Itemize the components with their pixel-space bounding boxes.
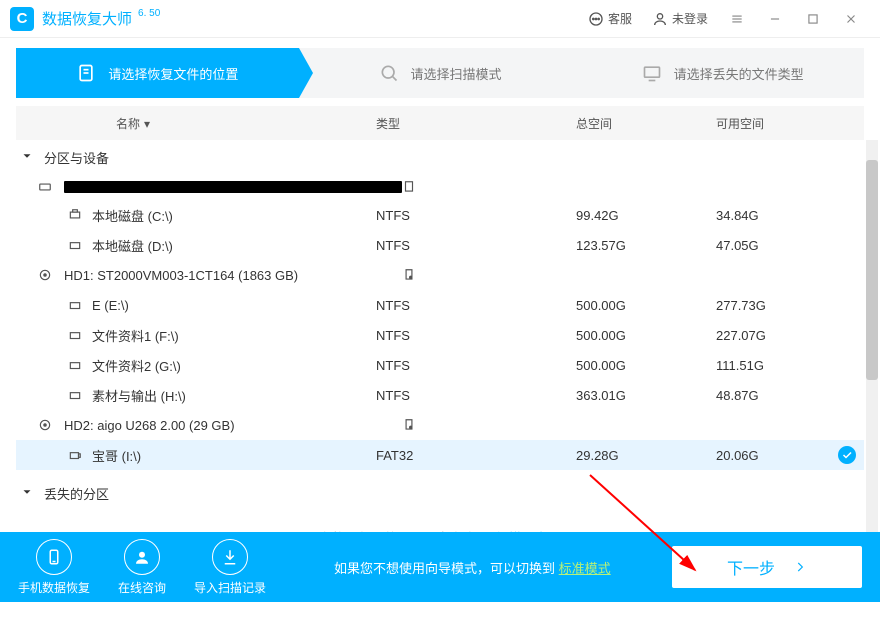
col-type[interactable]: 类型 xyxy=(376,115,576,132)
import-scan-button[interactable]: 导入扫描记录 xyxy=(194,539,266,596)
maximize-icon xyxy=(806,12,820,26)
footer: 手机数据恢复 在线咨询 导入扫描记录 如果您不想使用向导模式，可以切换到 标准模… xyxy=(0,532,880,602)
login-button[interactable]: 未登录 xyxy=(642,0,718,38)
footer-message: 如果您不想使用向导模式，可以切换到 标准模式 xyxy=(334,558,611,577)
phone-icon xyxy=(36,539,72,575)
step-type-label: 请选择丢失的文件类型 xyxy=(674,64,804,83)
table-header: 名称▾ 类型 总空间 可用空间 xyxy=(16,106,864,140)
section-lost-label: 丢失的分区 xyxy=(44,484,109,503)
chevron-right-icon xyxy=(793,560,807,574)
monitor-icon xyxy=(642,63,662,83)
scrollbar[interactable] xyxy=(866,140,878,532)
col-free[interactable]: 可用空间 xyxy=(716,115,836,132)
import-icon xyxy=(212,539,248,575)
lost-partition-hint: 没有找到想要的分区，点击这里 扫描丢失分区 xyxy=(16,510,864,532)
search-icon xyxy=(379,63,399,83)
part-i[interactable]: 宝哥 (I:\) FAT32 29.28G 20.06G xyxy=(16,440,864,470)
part-g[interactable]: 文件资料2 (G:\) NTFS 500.00G 111.51G xyxy=(16,350,864,380)
chevron-down-icon xyxy=(20,149,34,166)
title-bar: C 数据恢复大师 6. 50 客服 未登录 xyxy=(0,0,880,38)
scrollbar-thumb[interactable] xyxy=(866,160,878,380)
disk-type-icon xyxy=(402,180,416,194)
online-consult-button[interactable]: 在线咨询 xyxy=(118,539,166,596)
app-logo: C xyxy=(10,7,34,31)
user-icon xyxy=(652,11,668,27)
chat-icon xyxy=(588,11,604,27)
standard-mode-link[interactable]: 标准模式 xyxy=(559,561,611,576)
step-file-type[interactable]: 请选择丢失的文件类型 xyxy=(581,48,864,98)
minimize-icon xyxy=(768,12,782,26)
section-lost[interactable]: 丢失的分区 xyxy=(16,476,864,510)
maximize-button[interactable] xyxy=(794,0,832,38)
menu-button[interactable] xyxy=(718,0,756,38)
next-button[interactable]: 下一步 xyxy=(672,546,862,588)
disk-hd0[interactable] xyxy=(16,174,864,200)
part-f[interactable]: 文件资料1 (F:\) NTFS 500.00G 227.07G xyxy=(16,320,864,350)
minimize-button[interactable] xyxy=(756,0,794,38)
section-partitions-label: 分区与设备 xyxy=(44,148,109,167)
consult-icon xyxy=(124,539,160,575)
location-icon xyxy=(76,63,96,83)
drive-icon xyxy=(68,328,84,342)
menu-icon xyxy=(730,12,744,26)
hdd-icon xyxy=(38,180,54,194)
usb-drive-icon xyxy=(68,448,84,462)
step-scan-label: 请选择扫描模式 xyxy=(411,64,502,83)
step-location[interactable]: 请选择恢复文件的位置 xyxy=(16,48,299,98)
step-location-label: 请选择恢复文件的位置 xyxy=(108,64,238,83)
drive-icon xyxy=(68,238,84,252)
disk-hd2[interactable]: HD2: aigo U268 2.00 (29 GB) xyxy=(16,410,864,440)
drive-icon xyxy=(68,358,84,372)
sort-caret-icon: ▾ xyxy=(144,117,150,131)
app-title: 数据恢复大师 xyxy=(42,8,132,29)
hdd-icon xyxy=(38,418,54,432)
col-name[interactable]: 名称▾ xyxy=(16,115,376,132)
hdd-icon xyxy=(38,268,54,282)
part-e[interactable]: E (E:\) NTFS 500.00G 277.73G xyxy=(16,290,864,320)
disk-type-icon xyxy=(402,268,416,282)
col-total[interactable]: 总空间 xyxy=(576,115,716,132)
selected-check-icon xyxy=(838,446,856,464)
partition-list: 分区与设备 本地磁盘 (C:\) NTFS 99.42G 34.84G 本地磁盘… xyxy=(16,140,864,532)
app-version: 6. 50 xyxy=(138,8,160,19)
close-icon xyxy=(844,12,858,26)
disk-type-icon xyxy=(402,418,416,432)
part-h[interactable]: 素材与输出 (H:\) NTFS 363.01G 48.87G xyxy=(16,380,864,410)
support-label: 客服 xyxy=(608,10,632,27)
phone-recovery-button[interactable]: 手机数据恢复 xyxy=(18,539,90,596)
drive-os-icon xyxy=(68,208,84,222)
close-button[interactable] xyxy=(832,0,870,38)
login-label: 未登录 xyxy=(672,10,708,27)
wizard-steps: 请选择恢复文件的位置 请选择扫描模式 请选择丢失的文件类型 xyxy=(16,48,864,98)
scan-lost-link[interactable]: 扫描丢失分区 xyxy=(496,531,574,532)
part-d[interactable]: 本地磁盘 (D:\) NTFS 123.57G 47.05G xyxy=(16,230,864,260)
section-partitions[interactable]: 分区与设备 xyxy=(16,140,864,174)
disk-hd1[interactable]: HD1: ST2000VM003-1CT164 (1863 GB) xyxy=(16,260,864,290)
chevron-down-icon xyxy=(20,485,34,502)
step-scan-mode[interactable]: 请选择扫描模式 xyxy=(299,48,582,98)
part-c[interactable]: 本地磁盘 (C:\) NTFS 99.42G 34.84G xyxy=(16,200,864,230)
drive-icon xyxy=(68,388,84,402)
drive-icon xyxy=(68,298,84,312)
support-button[interactable]: 客服 xyxy=(578,0,642,38)
